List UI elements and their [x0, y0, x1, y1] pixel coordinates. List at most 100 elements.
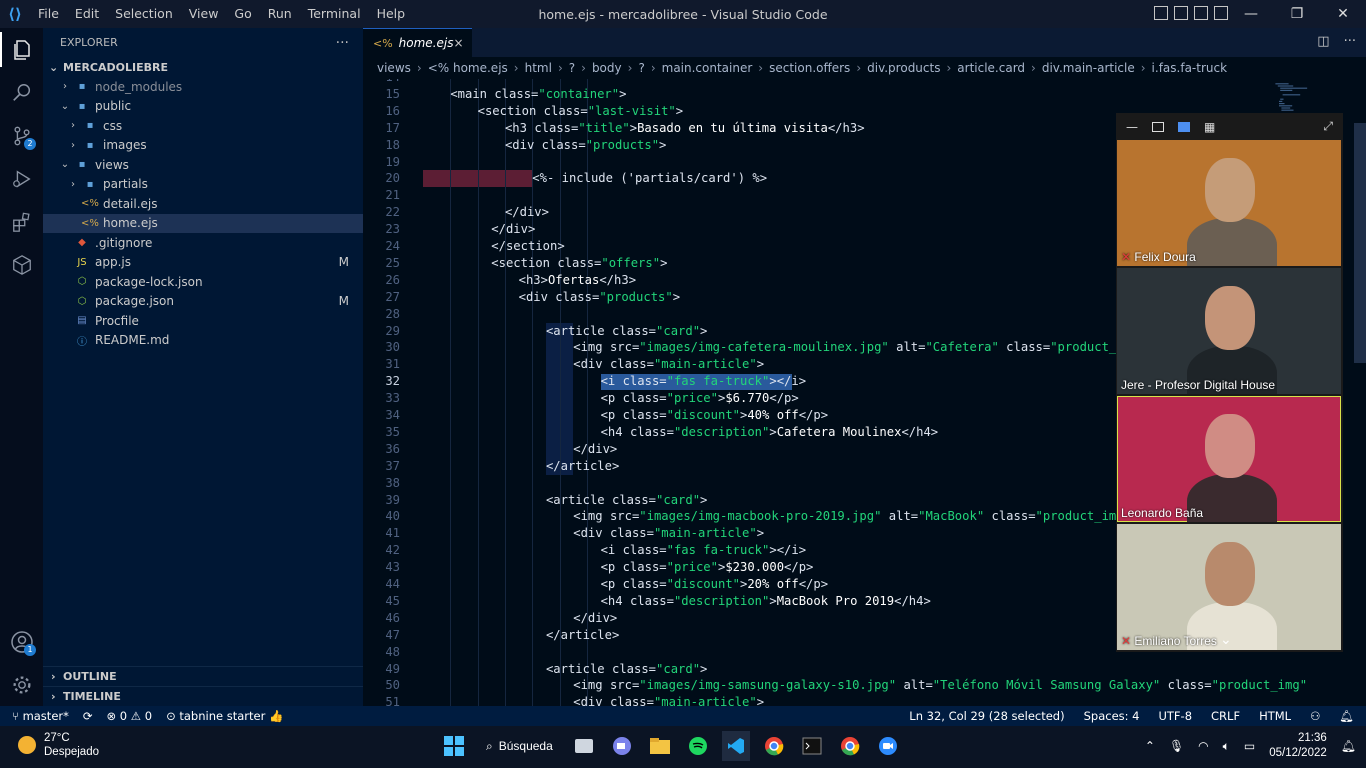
teams-chat-icon[interactable] [608, 731, 636, 761]
notifications-icon[interactable]: 🔔︎ [1341, 739, 1356, 753]
code-line[interactable]: 15 <main class="container"> [363, 86, 1268, 103]
run-debug-icon[interactable] [0, 157, 43, 200]
line-ending[interactable]: CRLF [1211, 709, 1240, 723]
restore-button[interactable]: ❐ [1274, 0, 1320, 28]
problems-indicator[interactable]: ⊗ 0 ⚠ 0 [107, 709, 153, 723]
participant-video-tile[interactable]: ✕ Felix Doura [1117, 140, 1341, 266]
participant-video-tile[interactable]: Leonardo Baña [1117, 396, 1341, 522]
explorer-more-actions-button[interactable]: ··· [336, 35, 349, 51]
breadcrumb-item[interactable]: ? [569, 61, 575, 75]
breadcrumb-item[interactable]: body [592, 61, 622, 75]
tree-item-public[interactable]: ⌄ ▪ public [43, 97, 363, 117]
breadcrumb-item[interactable]: article.card [957, 61, 1025, 75]
feedback-icon[interactable]: ⚇ [1310, 709, 1320, 723]
tree-item-gitignore[interactable]: ◆ .gitignore [43, 233, 363, 253]
menu-run[interactable]: Run [260, 0, 300, 28]
menu-help[interactable]: Help [369, 0, 414, 28]
account-icon[interactable]: 1 [0, 620, 43, 663]
taskbar-search[interactable]: ⌕ Búsqueda [478, 731, 560, 761]
tree-item-node-modules[interactable]: › ▪ node_modules [43, 77, 363, 97]
split-editor-icon[interactable]: ◫ [1317, 34, 1329, 49]
gallery-view-icon[interactable] [1152, 121, 1164, 132]
menu-selection[interactable]: Selection [107, 0, 181, 28]
tree-item-images[interactable]: › ▪ images [43, 136, 363, 156]
settings-gear-icon[interactable] [0, 663, 43, 706]
search-icon[interactable] [0, 71, 43, 114]
tree-item-procfile[interactable]: ▤ Procfile [43, 311, 363, 331]
timeline-section[interactable]: › TIMELINE [43, 686, 363, 706]
breadcrumb-item[interactable]: html [525, 61, 552, 75]
menu-view[interactable]: View [181, 0, 227, 28]
menu-file[interactable]: File [30, 0, 67, 28]
minimize-button[interactable]: — [1228, 0, 1274, 28]
vscode-taskbar-icon[interactable] [722, 731, 750, 761]
branch-indicator[interactable]: ⑂ master* [12, 709, 69, 723]
participant-video-tile[interactable]: Jere - Profesor Digital House [1117, 268, 1341, 394]
menu-edit[interactable]: Edit [67, 0, 107, 28]
weather-widget[interactable]: 27°C Despejado [18, 731, 99, 759]
zoom-app-icon[interactable] [874, 731, 902, 761]
customize-layout-icon[interactable] [1214, 6, 1228, 20]
tree-item-detail-ejs[interactable]: <% detail.ejs [43, 194, 363, 214]
tree-item-home-ejs[interactable]: <% home.ejs [43, 213, 363, 233]
file-explorer-icon[interactable] [646, 731, 674, 761]
close-window-button[interactable]: ✕ [1320, 0, 1366, 28]
breadcrumb-item[interactable]: ? [638, 61, 644, 75]
microphone-icon[interactable]: 🎙︎ [1169, 739, 1184, 753]
toggle-panel-icon[interactable] [1174, 6, 1188, 20]
minimize-icon[interactable]: — [1126, 120, 1138, 134]
extensions-icon[interactable] [0, 200, 43, 243]
code-line[interactable]: 49 <article class="card"> [363, 661, 1268, 678]
volume-icon[interactable]: 🔈︎ [1223, 739, 1230, 754]
workspace-root[interactable]: ⌄ MERCADOLIEBRE [43, 57, 363, 77]
task-view-icon[interactable] [570, 731, 598, 761]
toggle-sidebar-icon[interactable] [1154, 6, 1168, 20]
more-actions-icon[interactable]: ··· [1344, 34, 1356, 49]
breadcrumb-item[interactable]: div.products [867, 61, 940, 75]
tree-item-views[interactable]: ⌄ ▪ views [43, 155, 363, 175]
toggle-secondary-sidebar-icon[interactable] [1194, 6, 1208, 20]
code-line[interactable]: 50 <img src="images/img-samsung-galaxy-s1… [363, 677, 1307, 694]
explorer-icon[interactable] [0, 28, 43, 71]
outline-section[interactable]: › OUTLINE [43, 666, 363, 686]
terminal-icon[interactable] [798, 731, 826, 761]
remote-explorer-icon[interactable] [0, 243, 43, 286]
spotify-icon[interactable] [684, 731, 712, 761]
chrome-profile-icon[interactable] [836, 731, 864, 761]
tree-item-package-lock-json[interactable]: ⬡ package-lock.json [43, 272, 363, 292]
breadcrumb-item[interactable]: views [377, 61, 411, 75]
battery-icon[interactable]: ▭ [1244, 739, 1255, 753]
tree-item-partials[interactable]: › ▪ partials [43, 175, 363, 195]
wifi-icon[interactable]: ◠ [1198, 739, 1208, 753]
breadcrumb-item[interactable]: div.main-article [1042, 61, 1135, 75]
clock[interactable]: 21:36 05/12/2022 [1269, 731, 1327, 761]
language-mode[interactable]: HTML [1259, 709, 1291, 723]
sync-icon[interactable]: ⟳ [83, 709, 93, 723]
encoding[interactable]: UTF-8 [1158, 709, 1192, 723]
grid-view-icon[interactable]: ▦ [1204, 120, 1215, 134]
notifications-bell-icon[interactable]: 🔔︎ [1339, 709, 1354, 723]
breadcrumb-item[interactable]: i.fas.fa-truck [1152, 61, 1228, 75]
breadcrumb-item[interactable]: main.container [662, 61, 753, 75]
tree-item-readme-md[interactable]: ⓘ README.md [43, 331, 363, 351]
chevron-down-icon[interactable]: ⌄ [1220, 632, 1232, 648]
tab-home-ejs[interactable]: <% home.ejs × [363, 28, 472, 57]
vertical-scrollbar[interactable] [1354, 123, 1366, 363]
breadcrumb-item[interactable]: <% home.ejs [428, 61, 508, 75]
speaker-view-icon[interactable] [1178, 121, 1190, 132]
menu-go[interactable]: Go [226, 0, 259, 28]
indentation[interactable]: Spaces: 4 [1084, 709, 1140, 723]
start-windows-icon[interactable] [440, 731, 468, 761]
cursor-position[interactable]: Ln 32, Col 29 (28 selected) [909, 709, 1064, 723]
menu-terminal[interactable]: Terminal [300, 0, 369, 28]
code-line[interactable]: 51 <div class="main-article"> [363, 694, 1268, 706]
show-hidden-icons-chevron-up-icon[interactable]: ⌃ [1145, 739, 1155, 753]
tab-close-icon[interactable]: × [453, 36, 463, 50]
exit-panel-icon[interactable]: ⤢ [1323, 119, 1333, 134]
chrome-icon[interactable] [760, 731, 788, 761]
tree-item-package-json[interactable]: ⬡ package.json M [43, 292, 363, 312]
tabnine-indicator[interactable]: ⊙ tabnine starter 👍 [166, 709, 283, 723]
tree-item-css[interactable]: › ▪ css [43, 116, 363, 136]
source-control-icon[interactable]: 2 [0, 114, 43, 157]
breadcrumb-item[interactable]: section.offers [769, 61, 850, 75]
